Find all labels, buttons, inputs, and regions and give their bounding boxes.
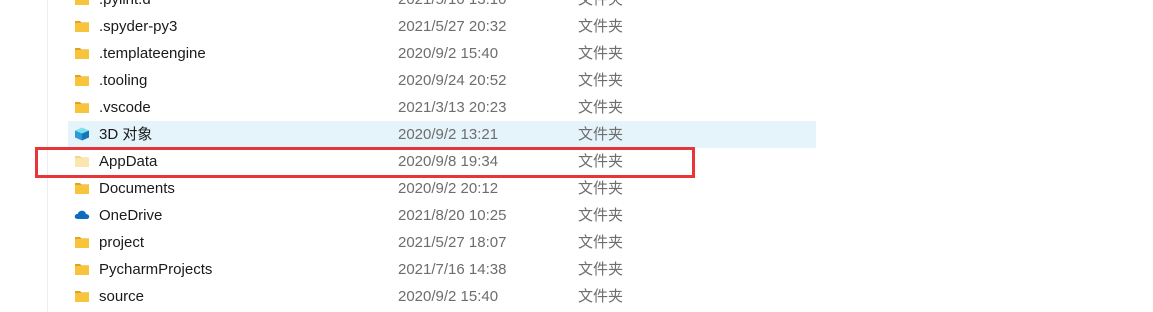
file-name[interactable]: .pylint.d [99, 0, 151, 13]
file-modified-date: 2020/9/8 19:34 [398, 153, 499, 170]
3d-objects-icon [74, 127, 90, 141]
file-modified-date: 2021/7/16 14:38 [398, 261, 507, 278]
folder-icon [74, 289, 90, 303]
file-row[interactable]: PycharmProjects 2021/7/16 14:38 文件夹 [0, 256, 1153, 283]
file-row[interactable]: .pylint.d 2021/5/10 13:10 文件夹 [0, 0, 1153, 13]
file-row[interactable]: .templateengine 2020/9/2 15:40 文件夹 [0, 40, 1153, 67]
file-name[interactable]: .spyder-py3 [99, 13, 177, 40]
folder-icon [74, 19, 90, 33]
file-explorer-pane: .pylint.d 2021/5/10 13:10 文件夹 .spyder-py3 20… [0, 0, 1153, 312]
file-modified-date: 2020/9/2 15:40 [398, 45, 499, 62]
file-modified-date: 2020/9/2 13:21 [398, 126, 499, 143]
file-modified-date: 2021/8/20 10:25 [398, 207, 507, 224]
file-modified-date: 2020/9/2 15:40 [398, 288, 499, 305]
folder-icon [74, 235, 90, 249]
file-modified-date: 2020/9/2 20:12 [398, 180, 499, 197]
folder-icon [74, 262, 90, 276]
folder-icon [74, 0, 90, 6]
file-type: 文件夹 [578, 234, 624, 251]
file-name[interactable]: Documents [99, 175, 175, 202]
file-list: .pylint.d 2021/5/10 13:10 文件夹 .spyder-py3 20… [0, 0, 1153, 310]
file-type: 文件夹 [578, 207, 624, 224]
file-modified-date: 2021/5/27 20:32 [398, 18, 507, 35]
file-name[interactable]: AppData [99, 148, 157, 175]
file-type: 文件夹 [578, 72, 624, 89]
file-name[interactable]: source [99, 283, 144, 310]
file-type: 文件夹 [578, 0, 623, 13]
file-row[interactable]: 3D 对象 2020/9/2 13:21 文件夹 [0, 121, 1153, 148]
file-type: 文件夹 [578, 153, 624, 170]
folder-icon [74, 100, 90, 114]
file-type: 文件夹 [578, 288, 624, 305]
file-name[interactable]: OneDrive [99, 202, 162, 229]
file-row[interactable]: .spyder-py3 2021/5/27 20:32 文件夹 [0, 13, 1153, 40]
folder-icon [74, 73, 90, 87]
file-name[interactable]: .tooling [99, 67, 147, 94]
file-row[interactable]: Documents 2020/9/2 20:12 文件夹 [0, 175, 1153, 202]
file-row[interactable]: OneDrive 2021/8/20 10:25 文件夹 [0, 202, 1153, 229]
file-row[interactable]: .tooling 2020/9/24 20:52 文件夹 [0, 67, 1153, 94]
file-name[interactable]: PycharmProjects [99, 256, 212, 283]
file-name[interactable]: .vscode [99, 94, 151, 121]
file-name[interactable]: .templateengine [99, 40, 206, 67]
file-type: 文件夹 [578, 45, 624, 62]
folder-icon [74, 46, 90, 60]
folder-icon [74, 181, 90, 195]
folder-hidden-icon [74, 154, 90, 168]
file-name[interactable]: project [99, 229, 144, 256]
file-type: 文件夹 [578, 180, 624, 197]
file-modified-date: 2020/9/24 20:52 [398, 72, 507, 89]
file-type: 文件夹 [578, 99, 624, 116]
file-type: 文件夹 [578, 261, 624, 278]
file-modified-date: 2021/3/13 20:23 [398, 99, 507, 116]
file-type: 文件夹 [578, 126, 624, 143]
file-row[interactable]: .vscode 2021/3/13 20:23 文件夹 [0, 94, 1153, 121]
file-row[interactable]: project 2021/5/27 18:07 文件夹 [0, 229, 1153, 256]
file-modified-date: 2021/5/10 13:10 [398, 0, 506, 13]
file-type: 文件夹 [578, 18, 624, 35]
file-modified-date: 2021/5/27 18:07 [398, 234, 507, 251]
onedrive-icon [74, 208, 90, 222]
file-name[interactable]: 3D 对象 [99, 121, 152, 148]
file-row[interactable]: AppData 2020/9/8 19:34 文件夹 [0, 148, 1153, 175]
file-row[interactable]: source 2020/9/2 15:40 文件夹 [0, 283, 1153, 310]
